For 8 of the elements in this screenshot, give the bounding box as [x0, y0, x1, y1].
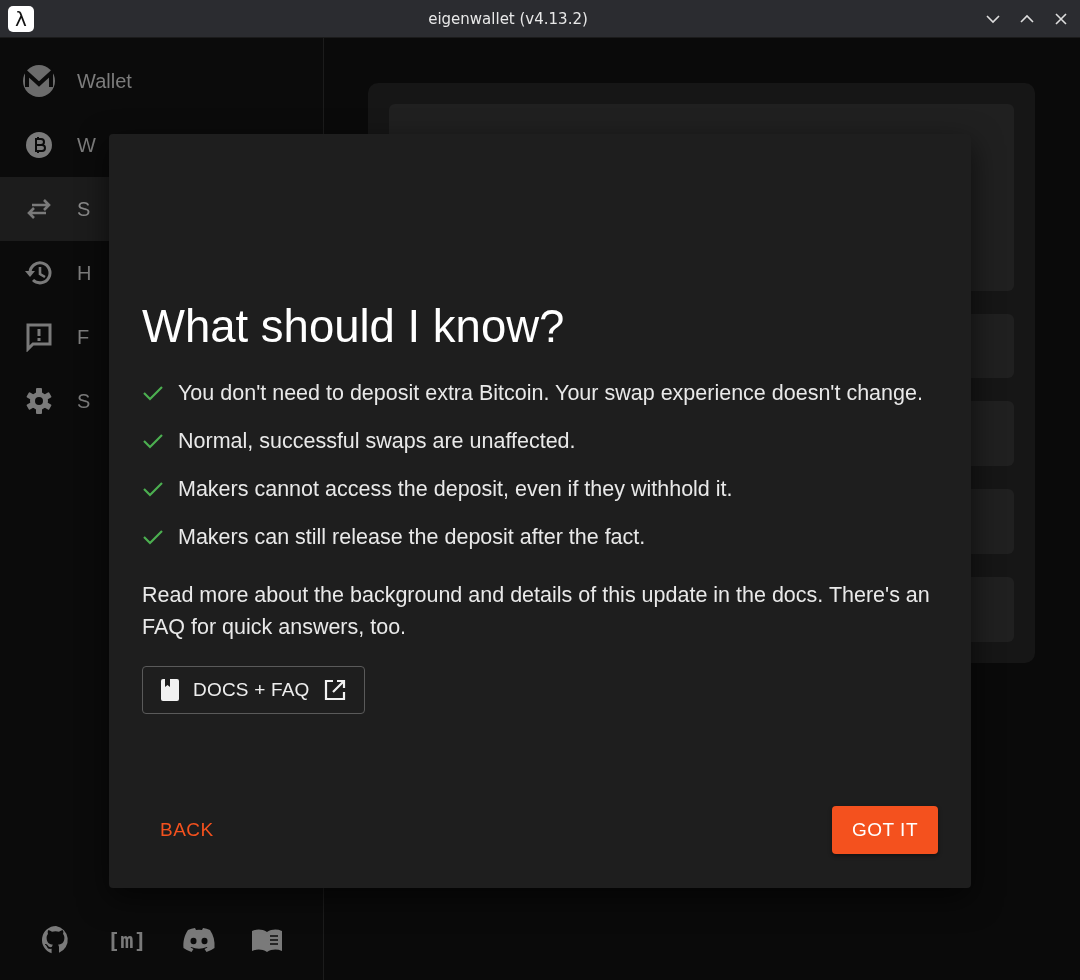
app-logo: λ [8, 5, 34, 32]
checklist-item: You don't need to deposit extra Bitcoin. Your swap experience doesn't change. [178, 380, 923, 406]
window-title: eigenwallet (v4.13.2) [427, 9, 589, 28]
dialog-title: What should I know? [142, 302, 566, 352]
checklist-item: Normal, successful swaps are unaffected. [178, 428, 576, 454]
checklist-item: Makers can still release the deposit after the fact. [178, 524, 646, 550]
dialog-text: Read more about the background and details of this update in the docs. There's an FAQ for quick answers, too. [142, 582, 931, 641]
checklist-item: Makers cannot access the deposit, even if they withhold it. [178, 476, 733, 502]
